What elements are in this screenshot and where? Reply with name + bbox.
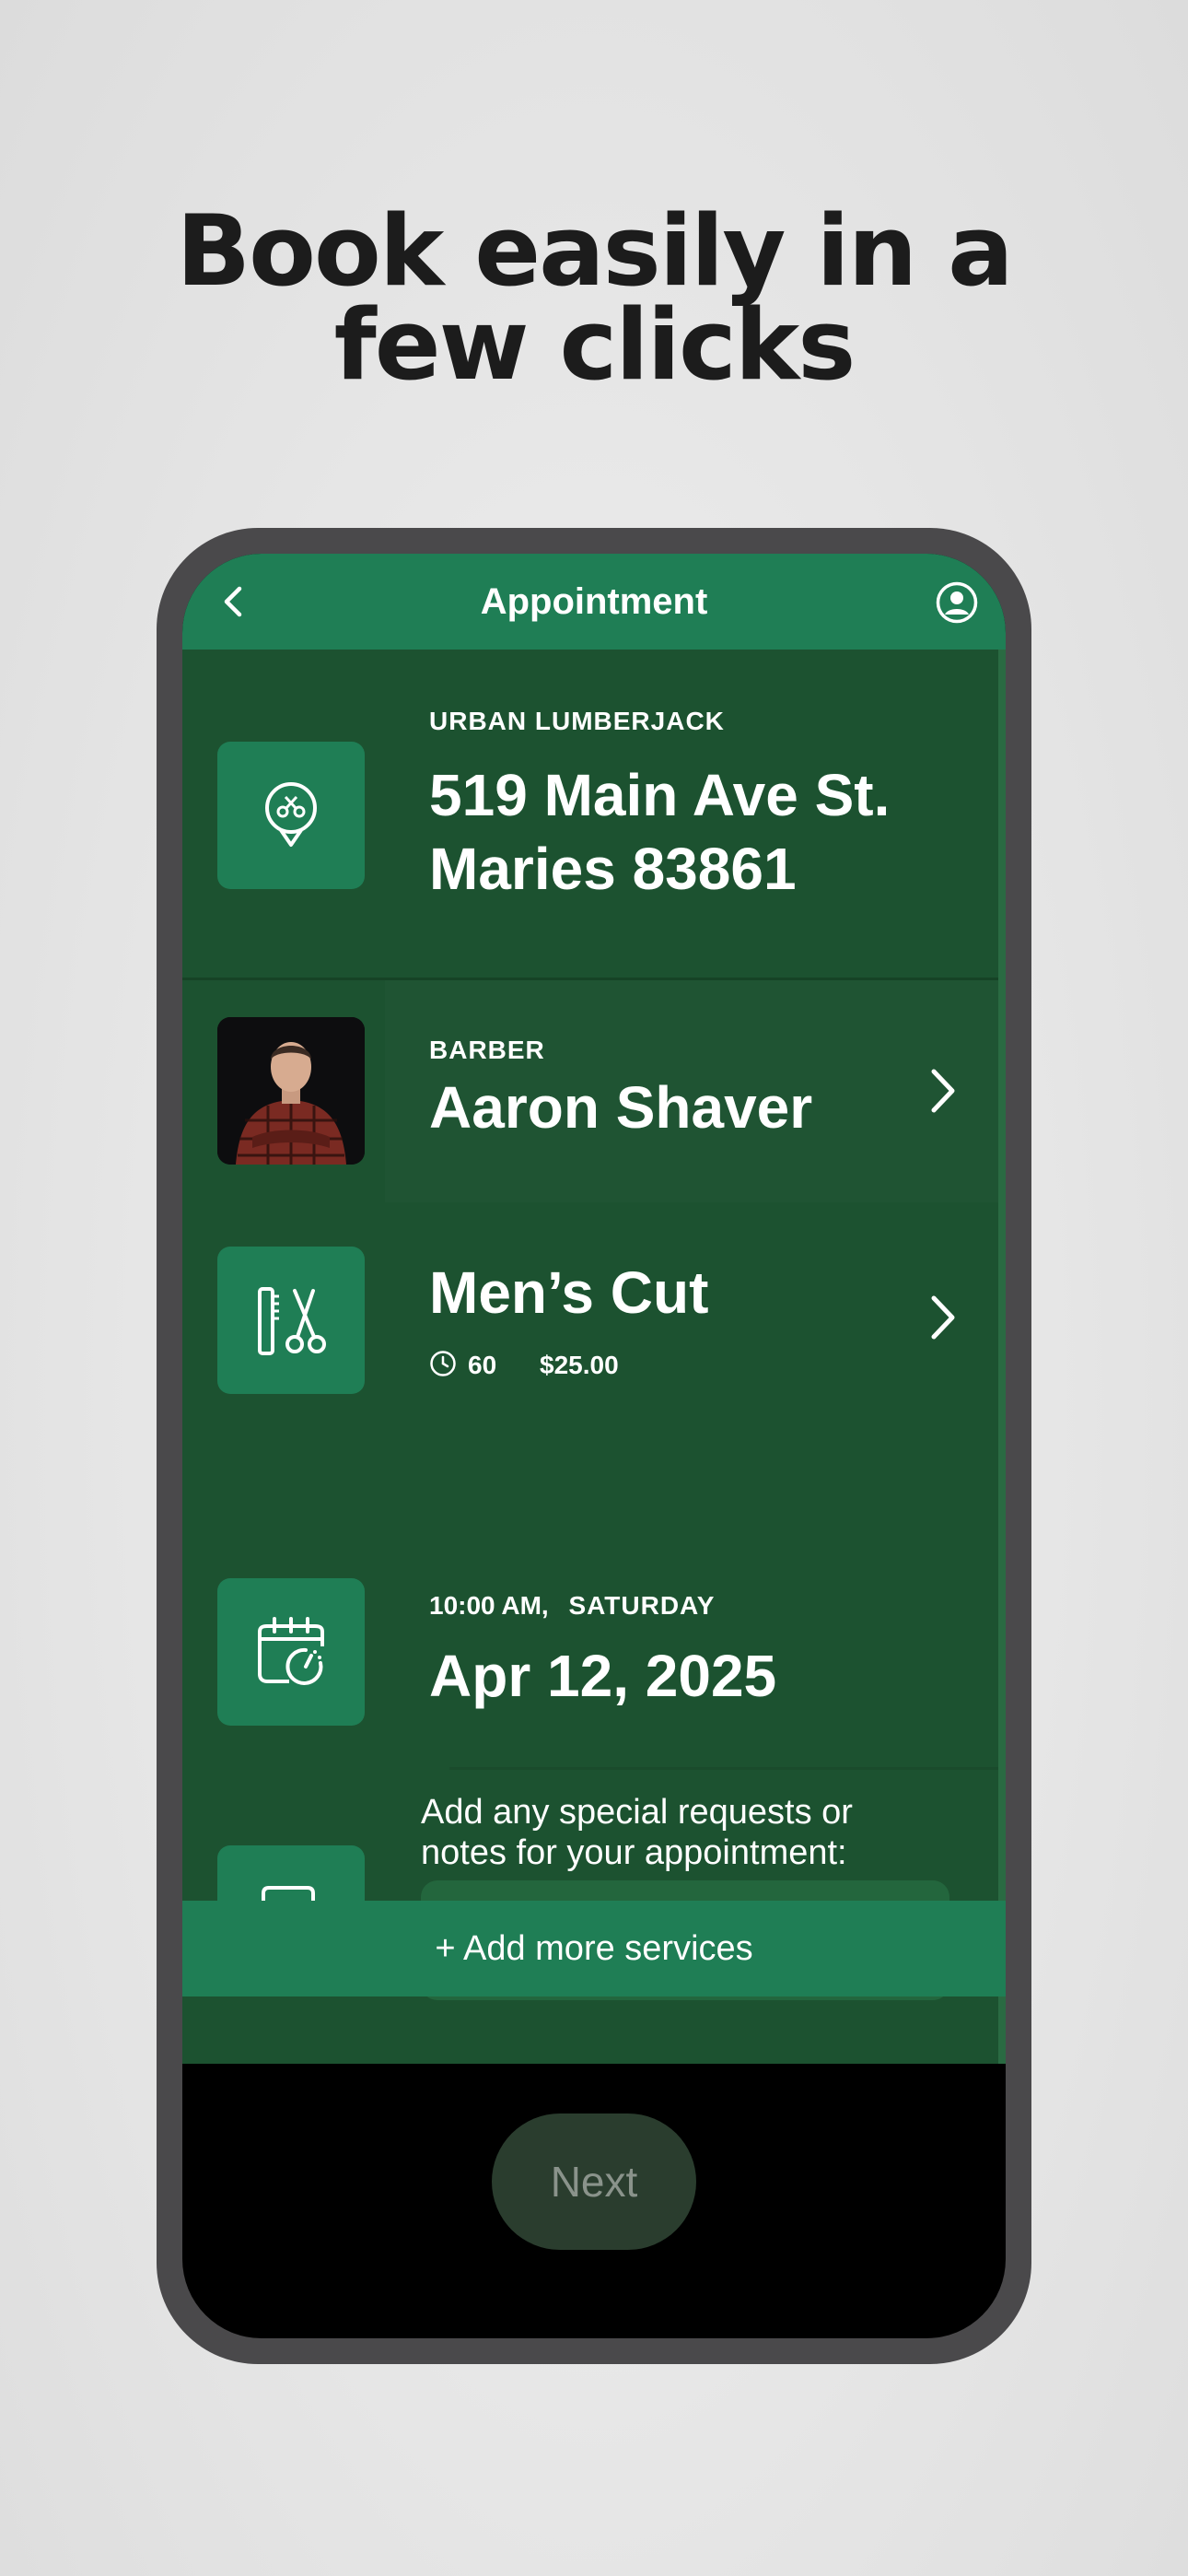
notes-prompt-line-1: Add any special requests or xyxy=(421,1793,853,1832)
service-price: $25.00 xyxy=(540,1351,619,1379)
service-icon-tile xyxy=(217,1247,365,1394)
service-duration: 60 xyxy=(468,1351,497,1379)
appointment-day: SATURDAY xyxy=(568,1591,716,1620)
comb-scissors-icon xyxy=(258,1287,326,1355)
appointment-time: 10:00 AM, xyxy=(429,1591,549,1620)
barber-avatar xyxy=(217,1017,365,1165)
chevron-right-icon[interactable] xyxy=(926,1066,958,1116)
datetime-row[interactable]: 10:00 AM, SATURDAY Apr 12, 2025 xyxy=(182,1536,998,1767)
address-line-1: 519 Main Ave St. xyxy=(429,762,891,828)
next-button[interactable]: Next xyxy=(492,2113,696,2250)
chevron-right-icon[interactable] xyxy=(926,1293,958,1342)
appointment-time-line: 10:00 AM, SATURDAY xyxy=(429,1591,715,1621)
headline-line-2: few clicks xyxy=(333,288,856,402)
page-title: Appointment xyxy=(480,581,708,622)
calendar-clock-icon xyxy=(258,1617,324,1685)
scrollbar[interactable] xyxy=(998,650,1006,2064)
top-nav-bar: Appointment xyxy=(182,554,1006,650)
booking-summary: URBAN LUMBERJACK 519 Main Ave St. Maries… xyxy=(182,650,998,2064)
shop-name-label: URBAN LUMBERJACK xyxy=(429,707,725,735)
barber-label: BARBER xyxy=(429,1036,545,1064)
promo-headline: Book easily in a few clicks xyxy=(0,194,1188,402)
service-name: Men’s Cut xyxy=(429,1259,709,1326)
datetime-icon-tile xyxy=(217,1578,365,1726)
address-line-2: Maries 83861 xyxy=(429,836,797,902)
clock-icon xyxy=(430,1351,456,1376)
appointment-date: Apr 12, 2025 xyxy=(429,1643,777,1709)
add-more-services-label: + Add more services xyxy=(435,1929,753,1968)
phone-screen: Appointment URBAN LUMBERJACK 519 Main Av… xyxy=(182,554,1006,2338)
location-row: URBAN LUMBERJACK 519 Main Ave St. Maries… xyxy=(182,650,998,978)
headline-line-1: Book easily in a xyxy=(176,194,1013,308)
add-more-services-button[interactable]: + Add more services xyxy=(182,1901,1006,1996)
phone-frame: Appointment URBAN LUMBERJACK 519 Main Av… xyxy=(157,528,1031,2364)
user-circle-icon[interactable] xyxy=(936,581,978,624)
service-row[interactable]: Men’s Cut 60 $25.00 xyxy=(182,1202,998,1434)
barber-name: Aaron Shaver xyxy=(429,1074,813,1141)
location-icon-tile xyxy=(217,742,365,889)
barber-photo xyxy=(217,1017,365,1165)
notes-prompt-line-2: notes for your appointment: xyxy=(421,1833,847,1872)
location-scissors-icon xyxy=(265,782,317,847)
notes-prompt: Add any special requests or notes for yo… xyxy=(421,1792,937,1873)
barber-row[interactable]: BARBER Aaron Shaver xyxy=(182,980,998,1202)
